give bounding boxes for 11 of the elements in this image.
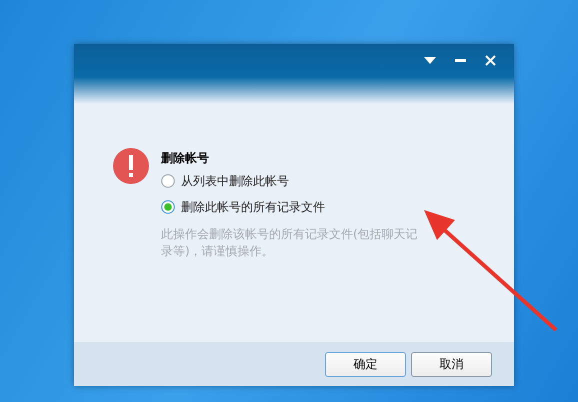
dialog-heading: 删除帐号 bbox=[161, 150, 210, 167]
dropdown-icon bbox=[424, 56, 436, 64]
radio-option[interactable]: 删除此帐号的所有记录文件 bbox=[161, 194, 325, 220]
close-icon bbox=[484, 54, 496, 66]
minimize-icon bbox=[454, 58, 466, 62]
warning-icon bbox=[113, 148, 149, 184]
cancel-button[interactable]: 取消 bbox=[411, 352, 492, 376]
radio-option[interactable]: 从列表中删除此帐号 bbox=[161, 168, 289, 194]
arrow-icon bbox=[424, 210, 558, 332]
confirm-button[interactable]: 确定 bbox=[325, 352, 406, 376]
warning-note: 此操作会删除该帐号的所有记录文件(包括聊天记录等)，请谨慎操作。 bbox=[161, 226, 419, 260]
